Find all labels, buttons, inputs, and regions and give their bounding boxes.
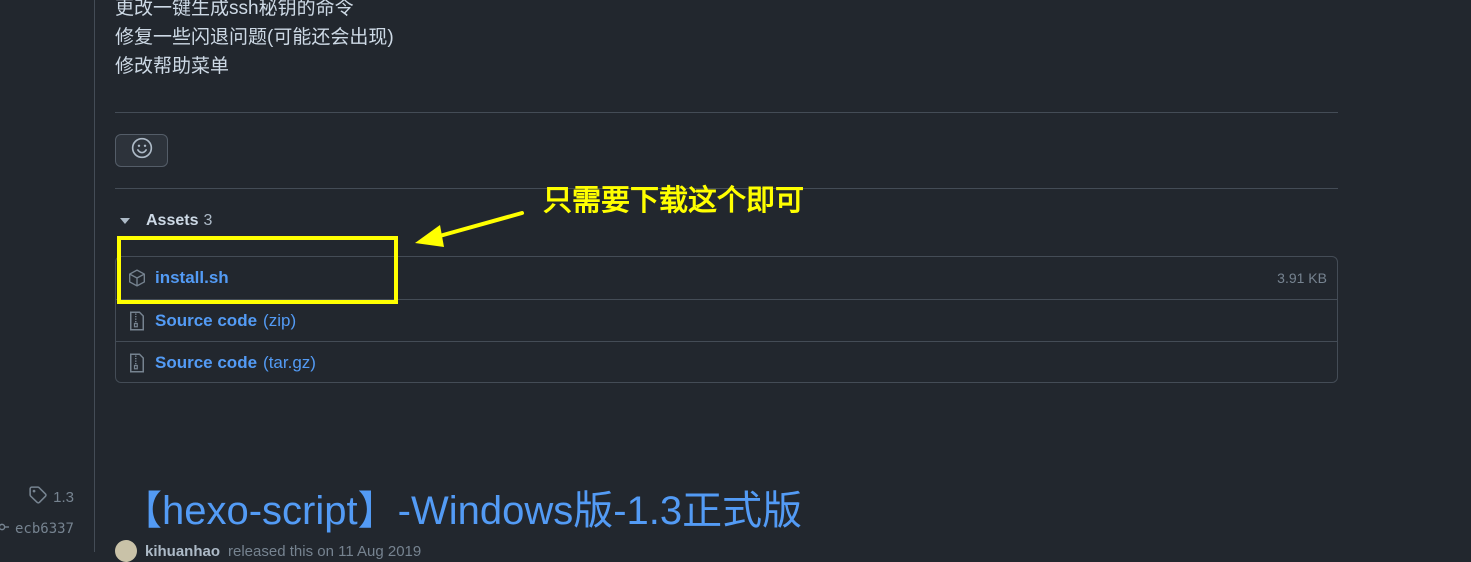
smiley-icon: [131, 137, 153, 164]
commit-hash: ecb6337: [14, 521, 74, 537]
add-reaction-button[interactable]: [115, 134, 168, 167]
git-commit-icon: [0, 520, 9, 538]
source-code-targz-link[interactable]: Source code: [155, 353, 257, 373]
avatar[interactable]: [115, 540, 137, 562]
tag-label: 1.3: [53, 488, 74, 506]
commit-link[interactable]: ecb6337: [0, 520, 74, 538]
source-code-format: (tar.gz): [263, 352, 316, 372]
assets-label: Assets: [146, 212, 199, 229]
release-note-line: 更改一键生成ssh秘钥的命令: [115, 0, 354, 19]
annotation-arrow-icon: [415, 211, 524, 247]
release-meta: kihuanhao released this on 11 Aug 2019: [115, 540, 421, 562]
caret-down-icon: [120, 218, 130, 224]
release-date: released this on 11 Aug 2019: [228, 542, 422, 560]
asset-size: 3.91 KB: [1277, 270, 1327, 286]
annotation-highlight-box: [117, 236, 398, 304]
source-code-zip-link[interactable]: Source code: [155, 311, 257, 331]
asset-row-source-zip[interactable]: Source code (zip): [116, 299, 1337, 341]
tag-icon: [29, 486, 47, 508]
release-note-line: 修复一些闪退问题(可能还会出现): [115, 27, 394, 48]
assets-toggle[interactable]: Assets 3: [118, 212, 212, 230]
assets-count: 3: [203, 212, 213, 229]
tag-link[interactable]: 1.3: [29, 486, 74, 508]
release-notes: 更改一键生成ssh秘钥的命令 修复一些闪退问题(可能还会出现) 修改帮助菜单: [115, 0, 394, 81]
file-zip-icon: [128, 311, 146, 330]
file-zip-icon: [128, 353, 146, 372]
release-title-link[interactable]: 【hexo-script】-Windows版-1.3正式版: [122, 478, 802, 536]
release-author[interactable]: kihuanhao: [145, 543, 220, 560]
left-sidebar: 1.3 ecb6337: [0, 0, 95, 552]
annotation-callout: 只需要下载这个即可: [543, 185, 805, 217]
divider: [115, 112, 1338, 113]
release-note-line: 修改帮助菜单: [115, 56, 230, 77]
asset-row-source-targz[interactable]: Source code (tar.gz): [116, 341, 1337, 383]
source-code-format: (zip): [263, 310, 297, 330]
